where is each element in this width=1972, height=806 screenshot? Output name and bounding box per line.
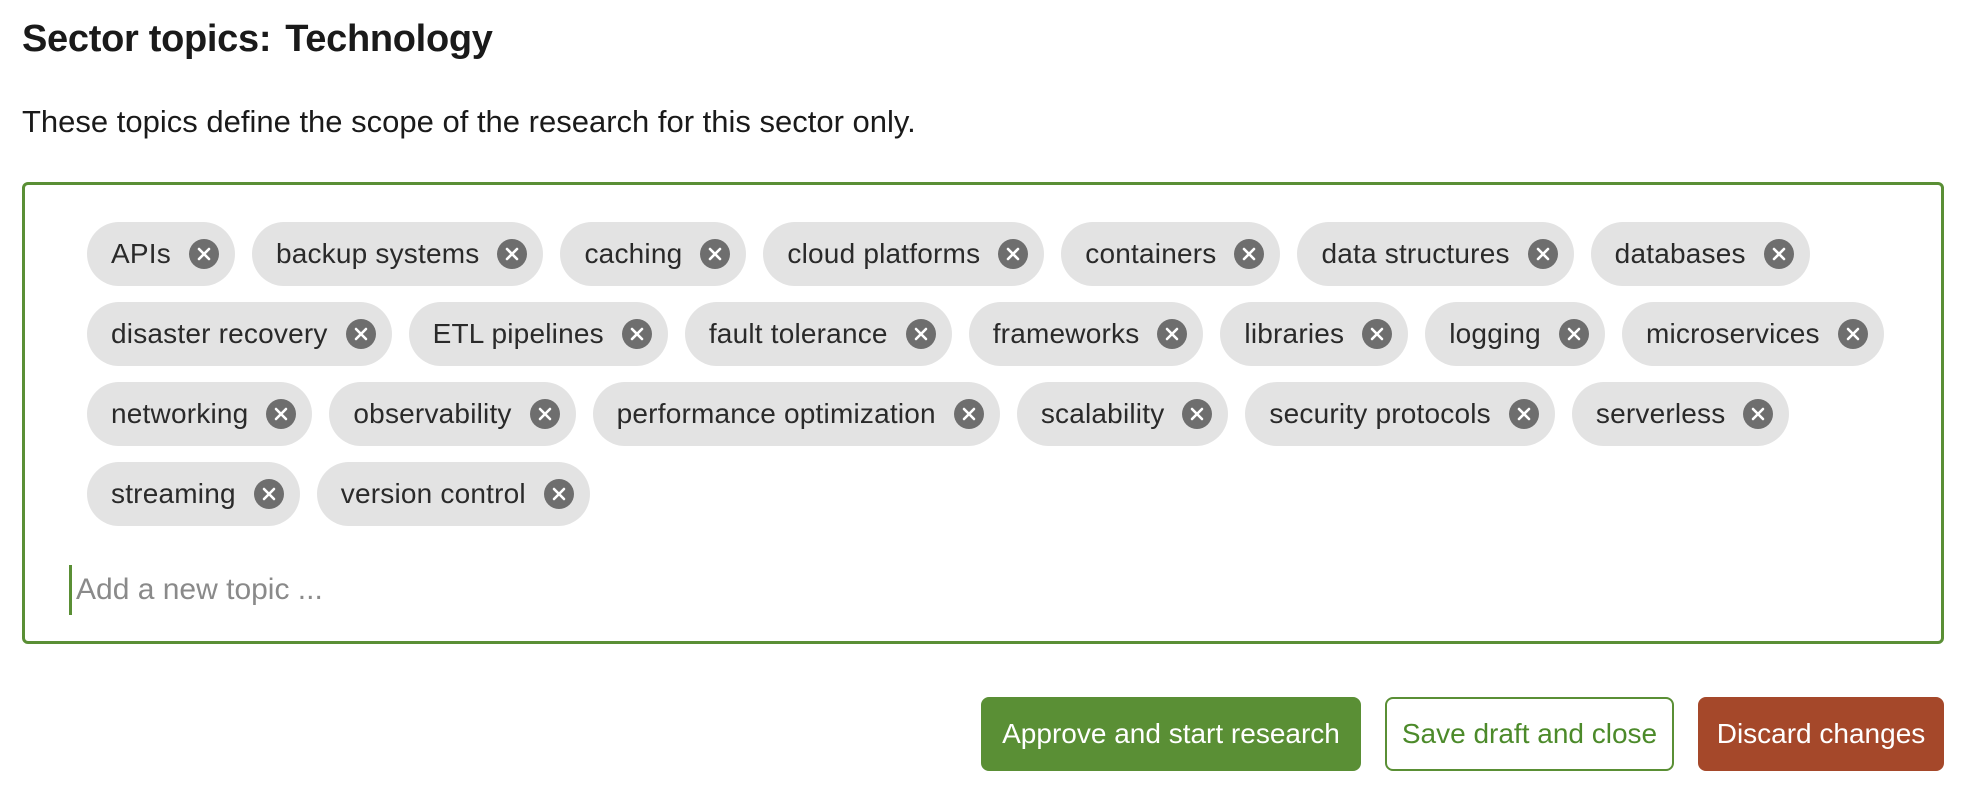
remove-topic-icon[interactable] [1362,319,1393,349]
remove-topic-icon[interactable] [953,399,984,429]
topic-chip-label: APIs [111,238,171,269]
remove-topic-icon[interactable] [700,239,731,269]
remove-topic-icon[interactable] [188,239,219,269]
topic-chip-label: performance optimization [616,398,936,429]
topic-chip: caching [560,222,747,286]
save-draft-button[interactable]: Save draft and close [1385,697,1674,771]
topic-chip: streaming [87,462,300,526]
topic-chip-label: observability [353,398,512,429]
remove-topic-icon[interactable] [621,319,652,349]
topic-editor[interactable]: APIs backup systems caching cloud platforms… [22,182,1944,644]
remove-topic-icon[interactable] [253,479,284,509]
topic-chip: logging [1425,302,1605,366]
remove-topic-icon[interactable] [266,399,297,429]
topic-chip: scalability [1016,382,1229,446]
topic-chip: frameworks [968,302,1204,366]
topic-chip: serverless [1571,382,1790,446]
remove-topic-icon[interactable] [497,239,528,269]
remove-topic-icon[interactable] [543,479,574,509]
page-title: Sector topics: Technology [22,18,493,61]
sector-name: Technology [285,18,493,60]
topic-chip: observability [329,382,576,446]
topic-chip-label: data structures [1321,238,1510,269]
topic-chip: ETL pipelines [408,302,668,366]
topic-chip: APIs [87,222,235,286]
remove-topic-icon[interactable] [345,319,376,349]
topic-chip-label: containers [1085,238,1217,269]
remove-topic-icon[interactable] [529,399,560,429]
remove-topic-icon[interactable] [1182,399,1213,429]
topic-chip-label: libraries [1244,318,1345,349]
topic-chip-label: backup systems [275,238,480,269]
discard-button[interactable]: Discard changes [1698,697,1944,771]
topic-chip-label: networking [111,398,249,429]
topic-chip: backup systems [251,222,544,286]
topic-chip: performance optimization [592,382,1000,446]
topic-chip-label: logging [1449,318,1541,349]
topic-chip: data structures [1297,222,1574,286]
topic-chip-label: version control [340,478,526,509]
topic-chip-label: ETL pipelines [432,318,604,349]
page-description: These topics define the scope of the res… [22,104,916,139]
topic-chip-label: databases [1614,238,1746,269]
topic-chip: networking [87,382,313,446]
topic-chip-label: microservices [1645,318,1820,349]
topic-chip: databases [1590,222,1810,286]
remove-topic-icon[interactable] [1558,319,1589,349]
topic-chip-label: scalability [1040,398,1165,429]
topic-chip: containers [1061,222,1281,286]
topic-chip-label: frameworks [992,318,1140,349]
topic-chip-label: security protocols [1269,398,1491,429]
remove-topic-icon[interactable] [998,239,1029,269]
topic-chip: version control [316,462,590,526]
topic-chip-label: cloud platforms [787,238,981,269]
topic-chip-label: streaming [111,478,236,509]
topic-chip-label: disaster recovery [111,318,328,349]
remove-topic-icon[interactable] [1743,399,1774,429]
topic-chip-label: caching [584,238,683,269]
remove-topic-icon[interactable] [905,319,936,349]
topic-chip-label: serverless [1595,398,1726,429]
remove-topic-icon[interactable] [1837,319,1868,349]
topic-chip: disaster recovery [87,302,392,366]
topic-chip-list: APIs backup systems caching cloud platforms… [87,222,1927,526]
remove-topic-icon[interactable] [1234,239,1265,269]
topic-chip-label: fault tolerance [708,318,888,349]
remove-topic-icon[interactable] [1763,239,1794,269]
remove-topic-icon[interactable] [1527,239,1558,269]
topic-chip: fault tolerance [684,302,952,366]
topic-chip: security protocols [1245,382,1555,446]
topic-chip: microservices [1621,302,1884,366]
page-title-label: Sector topics: [22,18,272,60]
new-topic-input[interactable] [69,565,876,615]
topic-chip: cloud platforms [763,222,1045,286]
topic-chip: libraries [1220,302,1409,366]
remove-topic-icon[interactable] [1157,319,1188,349]
approve-button[interactable]: Approve and start research [981,697,1361,771]
remove-topic-icon[interactable] [1508,399,1539,429]
